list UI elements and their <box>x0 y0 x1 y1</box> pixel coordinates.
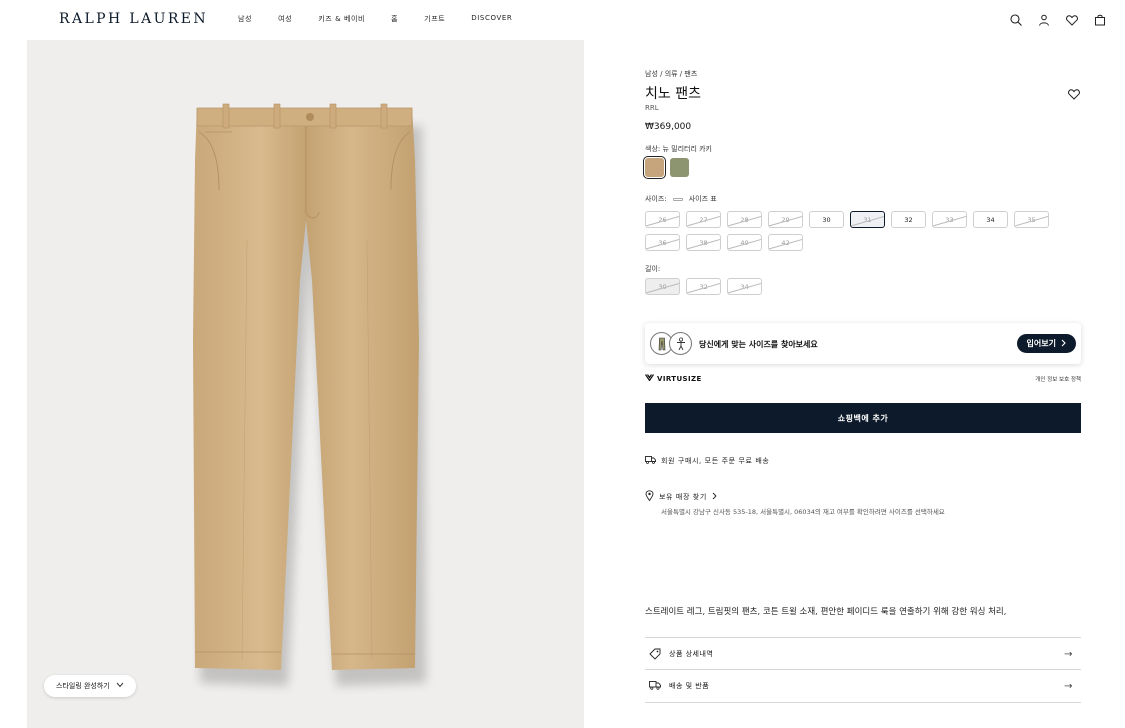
virtusize-logo: VIRTUSIZE <box>645 374 702 383</box>
product-price: ₩369,000 <box>645 122 692 132</box>
virtusize-icons <box>650 332 692 355</box>
virtusize-prompt: 당신에게 맞는 사이즈를 찾아보세요 <box>699 340 818 349</box>
try-on-label: 입어보기 <box>1026 339 1056 348</box>
store-availability-note: 서울특별시 강남구 신사동 535-18, 서울특별시, 06034의 재고 여… <box>661 508 945 516</box>
size-option[interactable]: 27 <box>686 211 721 228</box>
privacy-policy-link[interactable]: 개인 정보 보호 정책 <box>1035 375 1081 383</box>
size-chart-link[interactable]: 사이즈 표 <box>689 194 717 204</box>
chevron-right-icon <box>1061 339 1066 349</box>
nav-item-men[interactable]: 남성 <box>238 14 252 24</box>
chevron-right-icon <box>712 492 717 502</box>
logo[interactable]: RALPH LAUREN <box>59 11 208 27</box>
product-brand: RRL <box>645 104 659 112</box>
size-option[interactable]: 40 <box>727 234 762 251</box>
product-image-chino-pants <box>193 103 426 686</box>
size-option[interactable]: 38 <box>686 234 721 251</box>
accordion-label: 배송 및 반품 <box>669 682 710 690</box>
add-to-wishlist-heart-icon[interactable] <box>1067 86 1081 100</box>
shipping-note: 회원 구매시, 모든 주문 무료 배송 <box>645 455 769 466</box>
find-in-store-label: 보유 매장 찾기 <box>659 492 707 501</box>
nav-item-gifts[interactable]: 기프트 <box>424 14 445 24</box>
main-nav: 남성 여성 키즈 & 베이비 홈 기프트 DISCOVER <box>238 14 538 24</box>
length-options: 30 32 34 <box>645 278 762 295</box>
ruler-icon <box>672 197 683 201</box>
color-swatch-khaki[interactable] <box>643 156 666 179</box>
arrow-right-icon: → <box>1064 680 1073 692</box>
virtusize-logo-text: VIRTUSIZE <box>657 374 702 383</box>
chevron-down-icon <box>116 682 124 690</box>
accordion-product-details[interactable]: 상품 상세내역 → <box>645 637 1081 670</box>
length-label: 길이: <box>645 265 661 273</box>
size-option[interactable]: 26 <box>645 211 680 228</box>
find-in-store-link[interactable]: 보유 매장 찾기 <box>645 490 717 503</box>
color-swatches <box>643 156 689 179</box>
size-option-selected[interactable]: 31 <box>850 211 885 228</box>
nav-item-home[interactable]: 홈 <box>391 14 398 24</box>
length-option[interactable]: 32 <box>686 278 721 295</box>
product-description: 스트레이트 레그, 트림핏의 팬츠, 코튼 트윌 소재, 편안한 페이디드 룩을… <box>645 607 1007 617</box>
size-option[interactable]: 42 <box>768 234 803 251</box>
nav-item-kids[interactable]: 키즈 & 베이비 <box>318 14 365 24</box>
color-swatch-olive[interactable] <box>670 158 689 177</box>
truck-icon <box>645 455 656 466</box>
location-pin-icon <box>645 490 654 503</box>
product-details: 남성 / 의류 / 팬츠 치노 팬츠 RRL ₩369,000 색상: 뉴 밀리… <box>643 0 1081 728</box>
truck-icon <box>649 680 661 692</box>
tag-icon <box>649 648 661 660</box>
arrow-right-icon: → <box>1064 648 1073 660</box>
size-option[interactable]: 32 <box>891 211 926 228</box>
length-option[interactable]: 34 <box>727 278 762 295</box>
breadcrumb[interactable]: 남성 / 의류 / 팬츠 <box>645 69 697 79</box>
nav-item-women[interactable]: 여성 <box>278 14 292 24</box>
complete-the-look-button[interactable]: 스타일링 완성하기 <box>44 675 136 697</box>
size-option[interactable]: 28 <box>727 211 762 228</box>
style-button-label: 스타일링 완성하기 <box>56 682 110 690</box>
virtusize-mark-icon <box>645 374 654 383</box>
try-on-button[interactable]: 입어보기 <box>1016 334 1076 353</box>
accordion-label: 상품 상세내역 <box>669 650 714 658</box>
size-option[interactable]: 35 <box>1014 211 1049 228</box>
size-options: 26 27 28 29 30 31 32 33 34 35 36 38 40 4… <box>645 211 1065 251</box>
size-option[interactable]: 34 <box>973 211 1008 228</box>
shipping-note-text: 회원 구매시, 모든 주문 무료 배송 <box>661 456 770 465</box>
virtusize-widget[interactable]: 당신에게 맞는 사이즈를 찾아보세요 입어보기 <box>645 323 1081 364</box>
nav-item-discover[interactable]: DISCOVER <box>471 14 512 24</box>
color-label: 색상: 뉴 밀리터리 카키 <box>645 145 712 153</box>
product-image-panel[interactable]: 스타일링 완성하기 <box>27 40 584 728</box>
size-option[interactable]: 33 <box>932 211 967 228</box>
size-option[interactable]: 30 <box>809 211 844 228</box>
product-title: 치노 팬츠 <box>645 86 701 102</box>
divider <box>645 702 1081 703</box>
size-label: 사이즈: <box>645 195 667 203</box>
bag-icon[interactable] <box>1093 12 1107 26</box>
length-option[interactable]: 30 <box>645 278 680 295</box>
size-option[interactable]: 29 <box>768 211 803 228</box>
add-to-bag-button[interactable]: 쇼핑백에 추가 <box>645 403 1081 433</box>
size-label-row: 사이즈: 사이즈 표 <box>645 194 717 204</box>
body-silhouette-icon <box>669 332 692 355</box>
size-option[interactable]: 36 <box>645 234 680 251</box>
accordion-shipping-returns[interactable]: 배송 및 반품 → <box>645 669 1081 702</box>
